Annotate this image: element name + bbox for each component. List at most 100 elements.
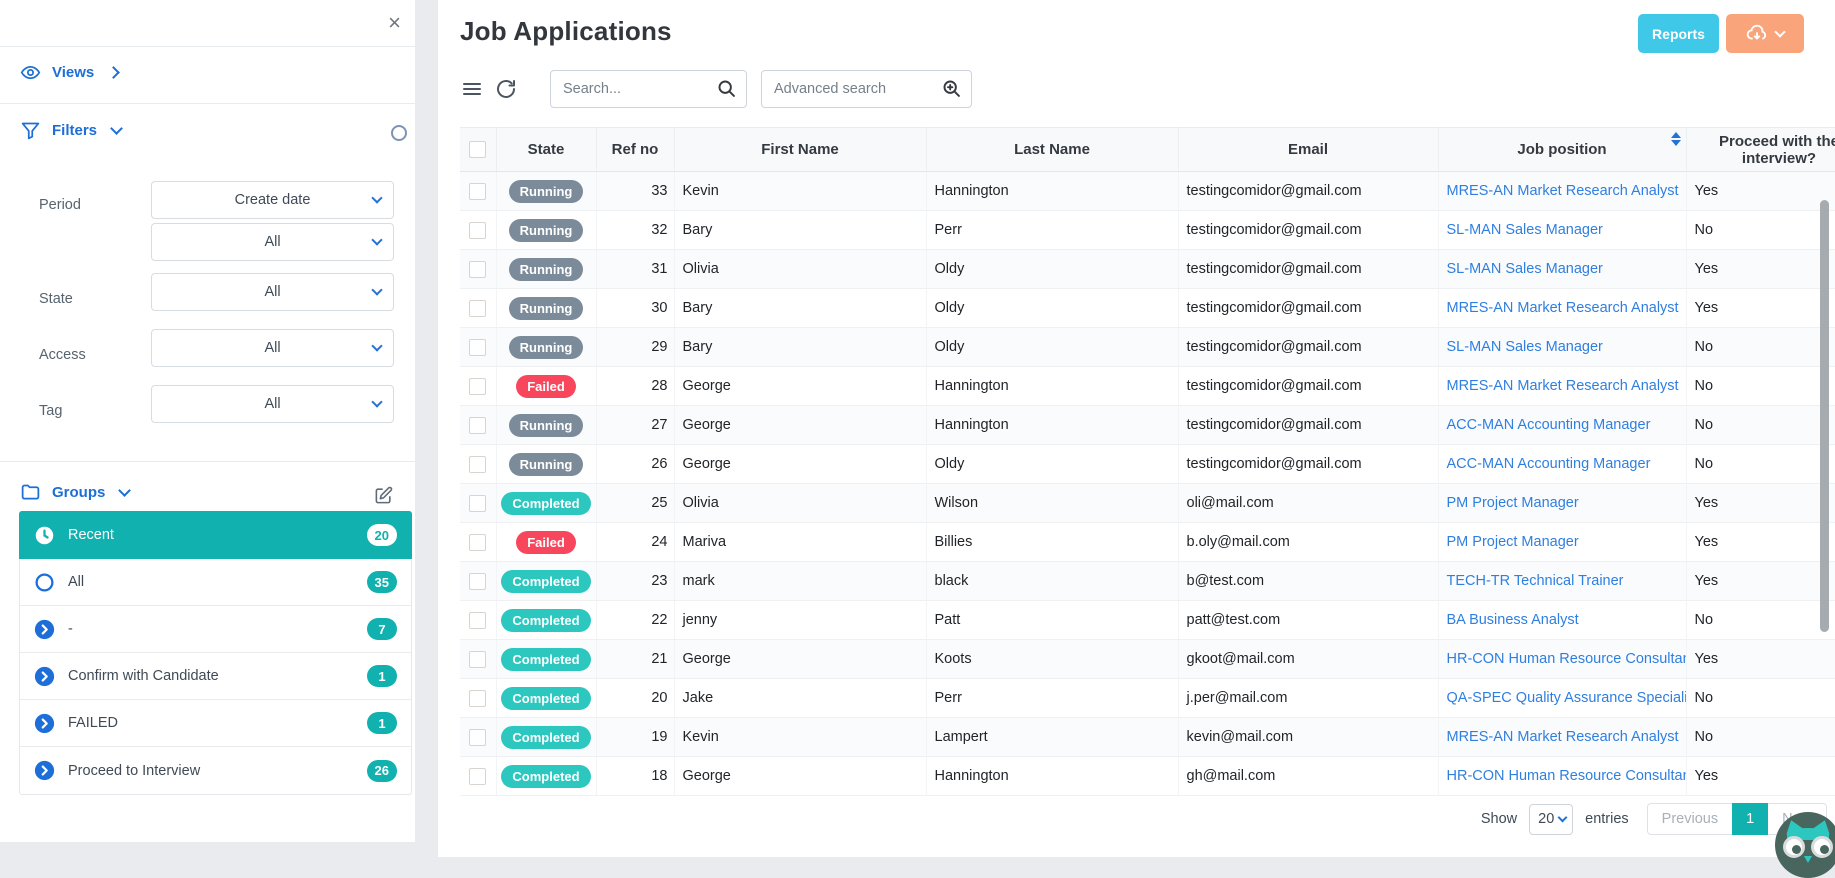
column-header-job-position[interactable]: Job position bbox=[1438, 127, 1687, 172]
column-header-ref-no[interactable]: Ref no bbox=[596, 127, 675, 172]
state-badge: Completed bbox=[501, 725, 591, 749]
period-range-select[interactable]: All bbox=[151, 223, 394, 261]
state-cell: Running bbox=[496, 171, 597, 211]
row-checkbox[interactable] bbox=[469, 338, 487, 356]
chevron-down-icon bbox=[371, 340, 383, 352]
row-checkbox-cell bbox=[460, 717, 497, 757]
email-cell: patt@test.com bbox=[1178, 600, 1439, 640]
row-checkbox[interactable] bbox=[469, 377, 487, 395]
row-checkbox[interactable] bbox=[469, 455, 487, 473]
proceed-cell: No bbox=[1686, 444, 1835, 484]
job-position-link[interactable]: MRES-AN Market Research Analyst bbox=[1447, 183, 1679, 199]
job-position-link[interactable]: ACC-MAN Accounting Manager bbox=[1447, 456, 1651, 472]
vertical-scrollbar[interactable] bbox=[1820, 200, 1829, 632]
group-item-proceed-to-interview[interactable]: Proceed to Interview 26 bbox=[20, 747, 411, 794]
row-checkbox[interactable] bbox=[469, 650, 487, 668]
job-position-link[interactable]: TECH-TR Technical Trainer bbox=[1447, 573, 1624, 589]
sidebar-item-groups[interactable]: Groups bbox=[20, 482, 132, 503]
column-header-last-name[interactable]: Last Name bbox=[926, 127, 1179, 172]
chevron-circle-icon bbox=[34, 666, 55, 687]
group-item-failed[interactable]: FAILED 1 bbox=[20, 700, 411, 747]
row-checkbox[interactable] bbox=[469, 533, 487, 551]
search-icon[interactable] bbox=[716, 78, 737, 99]
page-size-select[interactable]: 20 bbox=[1529, 803, 1574, 835]
sidebar-item-views[interactable]: Views bbox=[20, 62, 121, 83]
row-checkbox[interactable] bbox=[469, 689, 487, 707]
table-row: Failed 24 Mariva Billies b.oly@mail.com PM Pr… bbox=[460, 522, 1835, 562]
state-cell: Completed bbox=[496, 639, 597, 679]
job-position-link[interactable]: BA Business Analyst bbox=[1447, 612, 1579, 628]
row-checkbox-cell bbox=[460, 171, 497, 211]
last-name-cell: Billies bbox=[926, 522, 1179, 562]
last-name-cell: Oldy bbox=[926, 288, 1179, 328]
job-position-link[interactable]: QA-SPEC Quality Assurance Specialist bbox=[1447, 690, 1686, 706]
reports-button[interactable]: Reports bbox=[1638, 14, 1719, 53]
first-name-cell: Olivia bbox=[674, 249, 927, 289]
row-checkbox[interactable] bbox=[469, 221, 487, 239]
proceed-cell: Yes bbox=[1686, 561, 1835, 601]
email-cell: gh@mail.com bbox=[1178, 756, 1439, 796]
job-position-link[interactable]: HR-CON Human Resource Consultant bbox=[1447, 768, 1686, 784]
group-count-badge: 7 bbox=[367, 618, 397, 640]
column-header-proceed[interactable]: Proceed with the interview? bbox=[1686, 127, 1835, 172]
job-position-link[interactable]: ACC-MAN Accounting Manager bbox=[1447, 417, 1651, 433]
first-name-cell: jenny bbox=[674, 600, 927, 640]
row-checkbox[interactable] bbox=[469, 494, 487, 512]
column-header-state[interactable]: State bbox=[496, 127, 597, 172]
job-position-link[interactable]: HR-CON Human Resource Consultant bbox=[1447, 651, 1686, 667]
page-1-button[interactable]: 1 bbox=[1732, 803, 1769, 835]
tag-filter-select[interactable]: All bbox=[151, 385, 394, 423]
job-position-link[interactable]: SL-MAN Sales Manager bbox=[1447, 261, 1603, 277]
last-name-cell: Oldy bbox=[926, 444, 1179, 484]
job-position-link[interactable]: SL-MAN Sales Manager bbox=[1447, 222, 1603, 238]
row-checkbox[interactable] bbox=[469, 728, 487, 746]
previous-page-button[interactable]: Previous bbox=[1646, 803, 1733, 835]
edit-groups-icon[interactable] bbox=[374, 486, 393, 505]
proceed-cell: Yes bbox=[1686, 522, 1835, 562]
column-header-first-name[interactable]: First Name bbox=[674, 127, 927, 172]
column-header-email[interactable]: Email bbox=[1178, 127, 1439, 172]
sort-icon[interactable] bbox=[1670, 132, 1681, 146]
state-badge: Failed bbox=[516, 374, 576, 398]
proceed-cell: Yes bbox=[1686, 288, 1835, 328]
sidebar-item-filters[interactable]: Filters bbox=[20, 120, 123, 141]
row-checkbox[interactable] bbox=[469, 299, 487, 317]
proceed-cell: No bbox=[1686, 600, 1835, 640]
export-button[interactable] bbox=[1726, 14, 1804, 53]
mascot-owl[interactable] bbox=[1775, 812, 1835, 878]
close-icon[interactable]: × bbox=[384, 8, 405, 38]
row-checkbox[interactable] bbox=[469, 572, 487, 590]
job-position-link[interactable]: SL-MAN Sales Manager bbox=[1447, 339, 1603, 355]
row-checkbox[interactable] bbox=[469, 260, 487, 278]
table-row: Running 32 Bary Perr testingcomidor@gmail.co… bbox=[460, 210, 1835, 250]
job-position-link[interactable]: MRES-AN Market Research Analyst bbox=[1447, 300, 1679, 316]
proceed-cell: No bbox=[1686, 210, 1835, 250]
row-checkbox[interactable] bbox=[469, 767, 487, 785]
refresh-icon[interactable] bbox=[494, 77, 518, 101]
job-position-link[interactable]: PM Project Manager bbox=[1447, 495, 1579, 511]
group-item-confirm-with-candidate[interactable]: Confirm with Candidate 1 bbox=[20, 653, 411, 700]
row-checkbox-cell bbox=[460, 483, 497, 523]
job-position-cell: SL-MAN Sales Manager bbox=[1438, 210, 1687, 250]
email-cell: oli@mail.com bbox=[1178, 483, 1439, 523]
row-checkbox[interactable] bbox=[469, 416, 487, 434]
group-item-recent[interactable]: Recent 20 bbox=[19, 511, 412, 559]
state-filter-select[interactable]: All bbox=[151, 273, 394, 311]
search-plus-icon[interactable] bbox=[941, 78, 962, 99]
row-checkbox-cell bbox=[460, 210, 497, 250]
group-item-all[interactable]: All 35 bbox=[20, 559, 411, 606]
table-row: Completed 25 Olivia Wilson oli@mail.com PM Pr… bbox=[460, 483, 1835, 523]
period-type-select[interactable]: Create date bbox=[151, 181, 394, 219]
job-position-link[interactable]: PM Project Manager bbox=[1447, 534, 1579, 550]
group-item-[interactable]: -7 bbox=[20, 606, 411, 653]
access-filter-select[interactable]: All bbox=[151, 329, 394, 367]
email-cell: kevin@mail.com bbox=[1178, 717, 1439, 757]
select-all-checkbox[interactable] bbox=[469, 141, 487, 159]
row-checkbox[interactable] bbox=[469, 182, 487, 200]
row-checkbox[interactable] bbox=[469, 611, 487, 629]
job-position-link[interactable]: MRES-AN Market Research Analyst bbox=[1447, 729, 1679, 745]
table-row: Running 31 Olivia Oldy testingcomidor@gmail.… bbox=[460, 249, 1835, 289]
job-position-link[interactable]: MRES-AN Market Research Analyst bbox=[1447, 378, 1679, 394]
menu-icon[interactable] bbox=[460, 77, 484, 101]
state-cell: Completed bbox=[496, 483, 597, 523]
